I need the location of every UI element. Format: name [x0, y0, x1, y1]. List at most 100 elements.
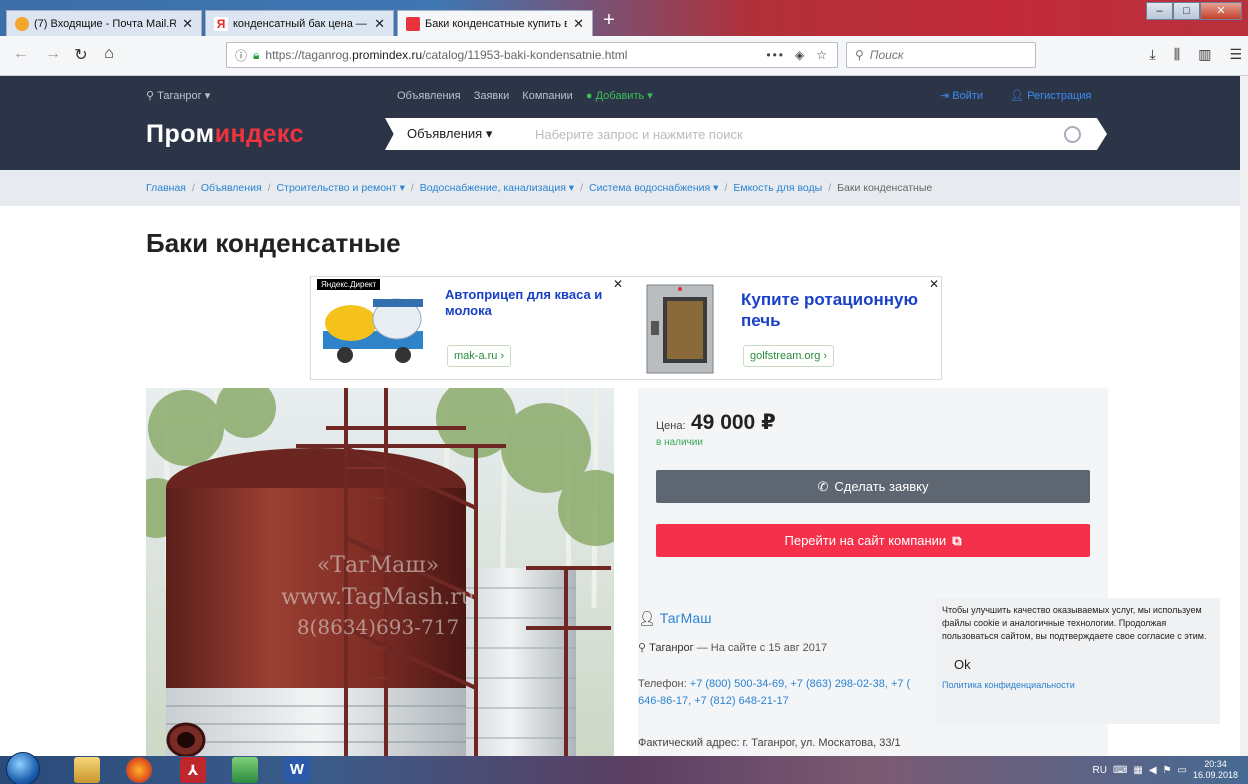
- phones-line-2[interactable]: 646-86-17, +7 (812) 648-21-17: [638, 695, 789, 707]
- explorer-taskbar-icon[interactable]: [74, 757, 100, 783]
- breadcrumb-ads[interactable]: Объявления: [201, 182, 262, 194]
- cookie-notice: Чтобы улучшить качество оказываемых услу…: [936, 598, 1220, 724]
- location-pin-icon: ⚲: [146, 90, 155, 102]
- ad-trailer-site-link[interactable]: mak-a.ru ›: [447, 345, 512, 367]
- site-header: ⚲ Таганрог ▾ Объявления Заявки Компании …: [0, 76, 1240, 170]
- ad-trailer-title[interactable]: Автоприцеп для кваса и молока: [445, 287, 615, 319]
- user-icon: 👤︎: [638, 610, 656, 626]
- promindex-favicon-icon: [406, 16, 420, 31]
- register-link[interactable]: 👤︎ Регистрация: [1010, 90, 1091, 102]
- privacy-policy-link[interactable]: Политика конфиденциальности: [942, 680, 1214, 690]
- ad-oven-site-link[interactable]: golfstream.org ›: [743, 345, 835, 367]
- search-icon: ⚲: [855, 48, 864, 62]
- url-bar[interactable]: ⓘ 🔒︎ https://taganrog. promindex.ru/catal…: [226, 42, 838, 68]
- breadcrumb: Главная / Объявления / Строительство и рем…: [0, 170, 1240, 206]
- main-nav: Объявления Заявки Компании ● Добавить ▾: [397, 89, 663, 102]
- url-prefix: https://taganrog.: [265, 48, 353, 62]
- firefox-taskbar-icon[interactable]: [126, 757, 152, 783]
- window-controls: – □ ✕: [1146, 2, 1242, 20]
- search-icon[interactable]: [1064, 125, 1081, 143]
- browser-tab-bar: (7) Входящие - Почта Mail.Ru ✕ Я конденс…: [0, 0, 1248, 36]
- url-path: /catalog/11953-baki-kondensatnie.html: [422, 48, 628, 62]
- cookie-ok-button[interactable]: Ok: [954, 657, 1214, 672]
- breadcrumb-current: Баки конденсатные: [837, 182, 933, 194]
- home-icon[interactable]: ⌂: [98, 45, 120, 63]
- yandex-direct-badge: Яндекс.Директ: [317, 279, 381, 290]
- login-link[interactable]: ⇥ Войти: [940, 90, 983, 102]
- external-link-icon: ⧉: [952, 532, 962, 548]
- company-address: Фактический адрес: г. Таганрог, ул. Моск…: [638, 737, 901, 749]
- site-search-bar: Объявления ▾ Наберите запрос и нажмите п…: [385, 118, 1107, 150]
- language-indicator[interactable]: RU: [1092, 765, 1106, 776]
- phone-icon: ✆: [817, 478, 829, 494]
- url-host: promindex.ru: [352, 48, 423, 62]
- forward-arrow-icon[interactable]: →: [42, 45, 64, 63]
- browser-nav-bar: ← → ↻ ⌂ ⓘ 🔒︎ https://taganrog. promindex.…: [0, 36, 1248, 76]
- minimize-button[interactable]: –: [1146, 2, 1173, 20]
- battery-icon[interactable]: ▭: [1178, 765, 1187, 776]
- price-label: Цена:: [656, 420, 686, 432]
- city-selector[interactable]: ⚲ Таганрог ▾: [146, 89, 210, 102]
- auth-links: ⇥ Войти 👤︎ Регистрация: [926, 89, 1101, 102]
- page-scrollbar[interactable]: [1240, 76, 1248, 756]
- keyboard-icon[interactable]: ⌨: [1113, 765, 1127, 776]
- library-icon[interactable]: ⫼: [1174, 46, 1180, 63]
- info-icon[interactable]: ⓘ: [235, 47, 247, 64]
- sidebar-icon[interactable]: ▥: [1198, 46, 1211, 63]
- close-window-button[interactable]: ✕: [1200, 2, 1242, 20]
- browser-tab-yandex[interactable]: Я конденсатный бак цена — Ян ✕: [205, 10, 394, 36]
- breadcrumb-construction[interactable]: Строительство и ремонт ▾: [277, 182, 405, 194]
- pocket-icon[interactable]: ◈: [795, 48, 806, 62]
- plus-circle-icon: ●: [585, 90, 593, 102]
- browser-tab-mail[interactable]: (7) Входящие - Почта Mail.Ru ✕: [6, 10, 202, 36]
- add-button[interactable]: ● Добавить ▾: [586, 90, 653, 102]
- breadcrumb-home[interactable]: Главная: [146, 182, 186, 194]
- breadcrumb-water-tanks[interactable]: Емкость для воды: [733, 182, 822, 194]
- close-tab-icon[interactable]: ✕: [573, 16, 584, 32]
- hamburger-menu-icon[interactable]: ☰: [1229, 46, 1242, 63]
- word-taskbar-icon[interactable]: W: [284, 757, 310, 783]
- request-button[interactable]: ✆ Сделать заявку: [656, 470, 1090, 503]
- nav-requests[interactable]: Заявки: [474, 90, 510, 102]
- watermark-line-3: 8(8634)693-717: [297, 615, 459, 639]
- flag-icon[interactable]: ⚑: [1163, 765, 1172, 776]
- site-search-input[interactable]: Наберите запрос и нажмите поиск: [535, 127, 743, 142]
- phones-line-1[interactable]: +7 (800) 500-34-69, +7 (863) 298-02-38, …: [690, 678, 910, 690]
- breadcrumb-water-system[interactable]: Система водоснабжения ▾: [589, 182, 718, 194]
- download-icon[interactable]: ⤓: [1150, 46, 1156, 63]
- company-site-button[interactable]: Перейти на сайт компании ⧉: [656, 524, 1090, 557]
- ad-close-icon[interactable]: ✕: [613, 277, 623, 291]
- ad-oven[interactable]: Купите ротационную печь golfstream.org ›…: [627, 277, 941, 379]
- reload-icon[interactable]: ↻: [70, 45, 92, 65]
- back-arrow-icon[interactable]: ←: [10, 45, 32, 63]
- ad-close-icon[interactable]: ✕: [929, 277, 939, 291]
- site-logo[interactable]: Проминдекс: [146, 120, 304, 149]
- clock[interactable]: 20:34 16.09.2018: [1193, 759, 1238, 781]
- ad-trailer[interactable]: Яндекс.Директ Автоприцеп для кваса и мол…: [311, 277, 625, 379]
- ad-oven-image: [633, 281, 727, 377]
- search-category-dropdown[interactable]: Объявления ▾: [385, 126, 535, 142]
- browser-tab-promindex[interactable]: Баки конденсатные купить в Т ✕: [397, 10, 593, 36]
- phone-list: Телефон: +7 (800) 500-34-69, +7 (863) 29…: [638, 678, 911, 707]
- new-tab-button[interactable]: +: [598, 9, 620, 33]
- cookie-text: Чтобы улучшить качество оказываемых услу…: [942, 605, 1207, 641]
- page-actions-menu-icon[interactable]: •••: [766, 48, 785, 62]
- acrobat-taskbar-icon[interactable]: ⅄: [180, 757, 206, 783]
- maximize-button[interactable]: □: [1173, 2, 1200, 20]
- bookmark-star-icon[interactable]: ☆: [816, 48, 829, 62]
- start-button[interactable]: [6, 752, 40, 784]
- network-icon[interactable]: ▦: [1133, 765, 1142, 776]
- ad-oven-title[interactable]: Купите ротационную печь: [741, 289, 937, 331]
- product-image[interactable]: «ТагМаш» www.TagMash.ru 8(8634)693-717: [146, 388, 614, 760]
- breadcrumb-water-supply[interactable]: Водоснабжение, канализация ▾: [420, 182, 574, 194]
- close-tab-icon[interactable]: ✕: [374, 16, 385, 32]
- volume-icon[interactable]: ◀: [1149, 765, 1157, 776]
- ad-trailer-image: [317, 281, 435, 375]
- browser-search-input[interactable]: ⚲ Поиск: [846, 42, 1036, 68]
- close-tab-icon[interactable]: ✕: [182, 16, 193, 32]
- lock-icon: 🔒︎: [253, 47, 260, 62]
- paint-taskbar-icon[interactable]: [232, 757, 258, 783]
- nav-ads[interactable]: Объявления: [397, 90, 461, 102]
- nav-companies[interactable]: Компании: [522, 90, 573, 102]
- company-name-link[interactable]: 👤︎ ТагМаш: [638, 610, 711, 627]
